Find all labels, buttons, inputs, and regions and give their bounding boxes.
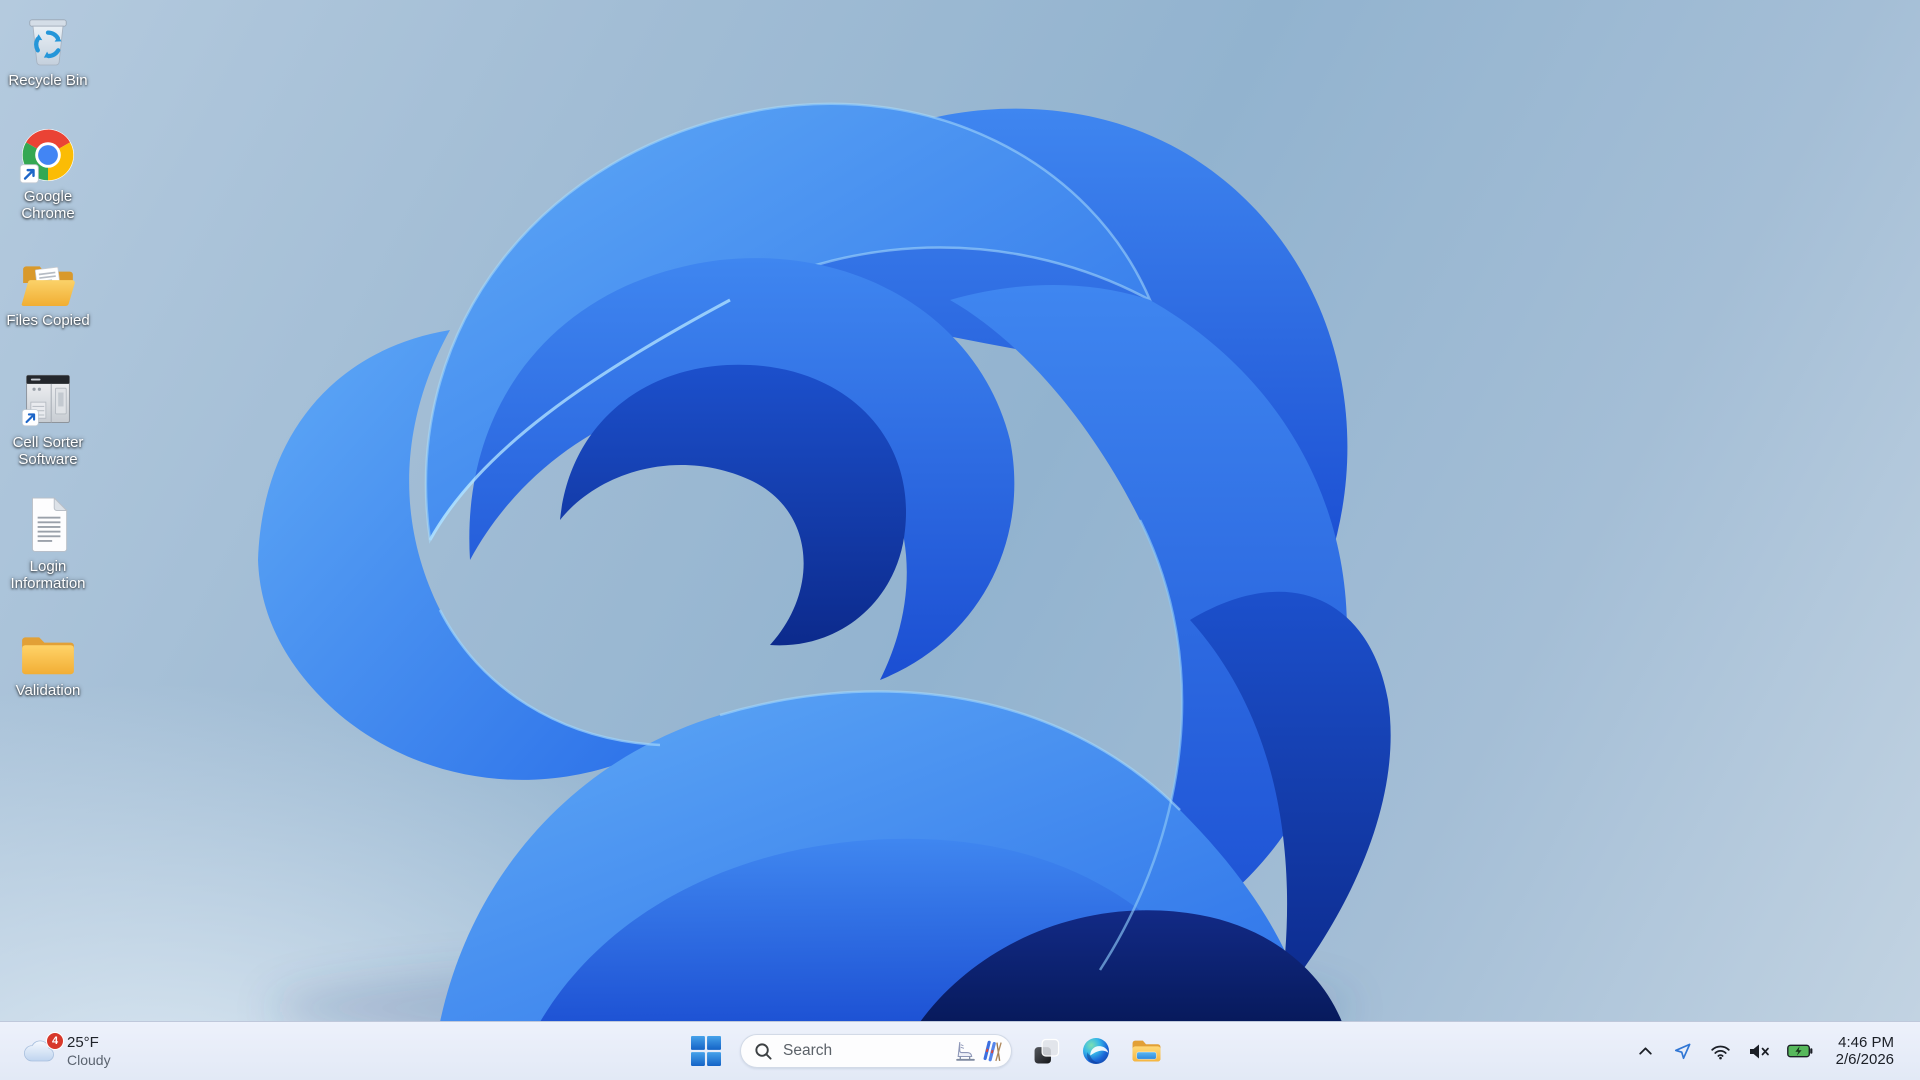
desktop-icon-label: Login Information [10, 558, 86, 592]
folder-with-documents-icon [21, 266, 75, 306]
taskbar: 4 25°F Cloudy Search 4:46 PM 2/6/2026 [0, 1021, 1920, 1080]
shortcut-arrow-badge [21, 409, 39, 427]
battery-indicator[interactable] [1785, 1034, 1815, 1068]
weather-temperature: 25°F [67, 1033, 99, 1051]
desktop-icon-label: Google Chrome [21, 188, 75, 222]
weather-icon-wrap: 4 [22, 1032, 64, 1066]
ice-skate-icon [956, 1041, 975, 1061]
file-explorer-icon [1132, 1040, 1160, 1062]
desktop-icon-cell-sorter-software[interactable]: Cell Sorter Software [0, 368, 96, 468]
clock-date: 2/6/2026 [1835, 1051, 1894, 1068]
desktop-icon-recycle-bin[interactable]: Recycle Bin [0, 6, 96, 89]
desktop-icon-label: Validation [15, 682, 81, 699]
start-button[interactable] [684, 1028, 728, 1074]
taskbar-center-group: Search [684, 1022, 1168, 1080]
desktop: Recycle Bin Google Chrome Files Copied C… [0, 0, 1920, 1022]
windows-start-icon [691, 1036, 721, 1066]
cell-sorter-instrument-icon [21, 374, 70, 427]
search-placeholder: Search [783, 1042, 833, 1059]
folder-icon [22, 637, 74, 675]
desktop-icon-google-chrome[interactable]: Google Chrome [0, 122, 96, 222]
volume-indicator[interactable] [1746, 1034, 1772, 1068]
weather-condition: Cloudy [67, 1051, 111, 1068]
location-arrow-icon [1674, 1043, 1691, 1059]
skis-icon [983, 1040, 1002, 1061]
microsoft-edge-button[interactable] [1074, 1028, 1118, 1074]
chrome-icon [19, 129, 74, 184]
battery-charging-icon [1786, 1044, 1813, 1058]
system-tray: 4:46 PM 2/6/2026 [1634, 1022, 1920, 1080]
edge-icon [1083, 1038, 1109, 1064]
recycle-bin-icon [22, 19, 67, 66]
search-seasonal-decor [954, 1040, 1003, 1063]
network-indicator[interactable] [1708, 1034, 1733, 1068]
task-view-button[interactable] [1024, 1028, 1068, 1074]
search-box[interactable]: Search [740, 1034, 1012, 1068]
volume-muted-icon [1749, 1044, 1769, 1058]
desktop-icon-label: Cell Sorter Software [12, 434, 84, 468]
chevron-up-icon [1638, 1046, 1652, 1055]
location-indicator[interactable] [1670, 1034, 1695, 1068]
desktop-icon-label: Recycle Bin [8, 72, 88, 89]
search-icon [755, 1042, 772, 1060]
desktop-icon-login-information[interactable]: Login Information [0, 492, 96, 592]
clock[interactable]: 4:46 PM 2/6/2026 [1836, 1034, 1894, 1068]
desktop-icon-files-copied[interactable]: Files Copied [0, 246, 96, 329]
notification-badge: 4 [46, 1032, 64, 1050]
tray-overflow-button[interactable] [1634, 1034, 1657, 1068]
weather-text: 25°F Cloudy [67, 1034, 111, 1069]
clock-time: 4:46 PM [1838, 1034, 1894, 1051]
text-document-icon [31, 496, 68, 552]
desktop-icon-label: Files Copied [6, 312, 90, 329]
desktop-icon-validation[interactable]: Validation [0, 616, 96, 699]
weather-widget[interactable]: 4 25°F Cloudy [12, 1022, 121, 1080]
wallpaper-bloom-image [258, 102, 1391, 1022]
task-view-icon [1034, 1038, 1059, 1064]
file-explorer-button[interactable] [1124, 1028, 1168, 1074]
wifi-icon [1710, 1045, 1730, 1059]
shortcut-arrow-badge [19, 164, 39, 184]
